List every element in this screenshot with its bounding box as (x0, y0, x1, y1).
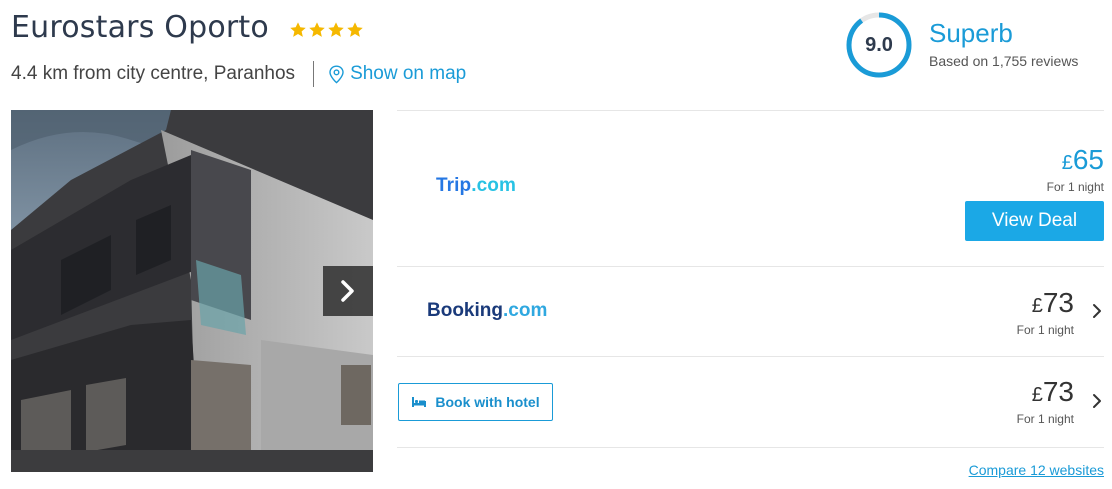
trip-com-price: £65 For 1 night (1046, 144, 1104, 195)
star-icon (328, 22, 344, 37)
currency-symbol: £ (1031, 295, 1043, 317)
distance-text: 4.4 km from city centre, Paranhos (11, 63, 296, 84)
book-with-hotel-label: Book with hotel (435, 394, 540, 410)
hotel-location-line: 4.4 km from city centre, Paranhos Show o… (11, 60, 466, 88)
booking-com-logo[interactable]: Booking.com (427, 300, 547, 322)
show-on-map-link[interactable]: Show on map (328, 63, 466, 85)
price-period: For 1 night (1016, 323, 1074, 337)
row-divider (397, 266, 1104, 267)
trip-com-logo[interactable]: Trip.com (436, 175, 516, 197)
price-value: 65 (1072, 144, 1104, 175)
location-pin-icon (329, 64, 344, 84)
hotel-building-image (11, 110, 373, 472)
hotel-name: Eurostars Oporto (11, 10, 269, 45)
divider (313, 61, 315, 87)
currency-symbol: £ (1031, 384, 1043, 406)
review-count: Based on 1,755 reviews (929, 53, 1079, 69)
show-on-map-label: Show on map (350, 63, 467, 84)
photo-next-button[interactable] (323, 266, 373, 316)
star-icon (309, 22, 325, 37)
hotel-photo[interactable] (11, 110, 373, 472)
price-period: For 1 night (1016, 412, 1074, 426)
row-divider (397, 110, 1104, 111)
price-period: For 1 night (1046, 180, 1104, 194)
hotel-direct-price: £73 For 1 night (1016, 376, 1074, 427)
bed-icon (412, 397, 427, 407)
view-deal-button[interactable]: View Deal (965, 201, 1104, 241)
book-with-hotel-button[interactable]: Book with hotel (398, 383, 553, 421)
row-divider (397, 356, 1104, 357)
star-rating (289, 21, 364, 39)
star-icon (347, 22, 363, 37)
rating-score: 9.0 (865, 33, 893, 56)
chevron-right-icon[interactable] (1090, 302, 1104, 320)
price-value: 73 (1042, 287, 1074, 318)
currency-symbol: £ (1061, 152, 1073, 174)
star-icon (290, 22, 306, 37)
chevron-right-icon (341, 280, 354, 302)
booking-com-price: £73 For 1 night (1016, 287, 1074, 338)
compare-websites-link[interactable]: Compare 12 websites (969, 462, 1104, 478)
row-divider (397, 447, 1104, 448)
chevron-right-icon[interactable] (1090, 392, 1104, 410)
price-value: 73 (1042, 376, 1074, 407)
rating-label: Superb (929, 18, 1013, 48)
